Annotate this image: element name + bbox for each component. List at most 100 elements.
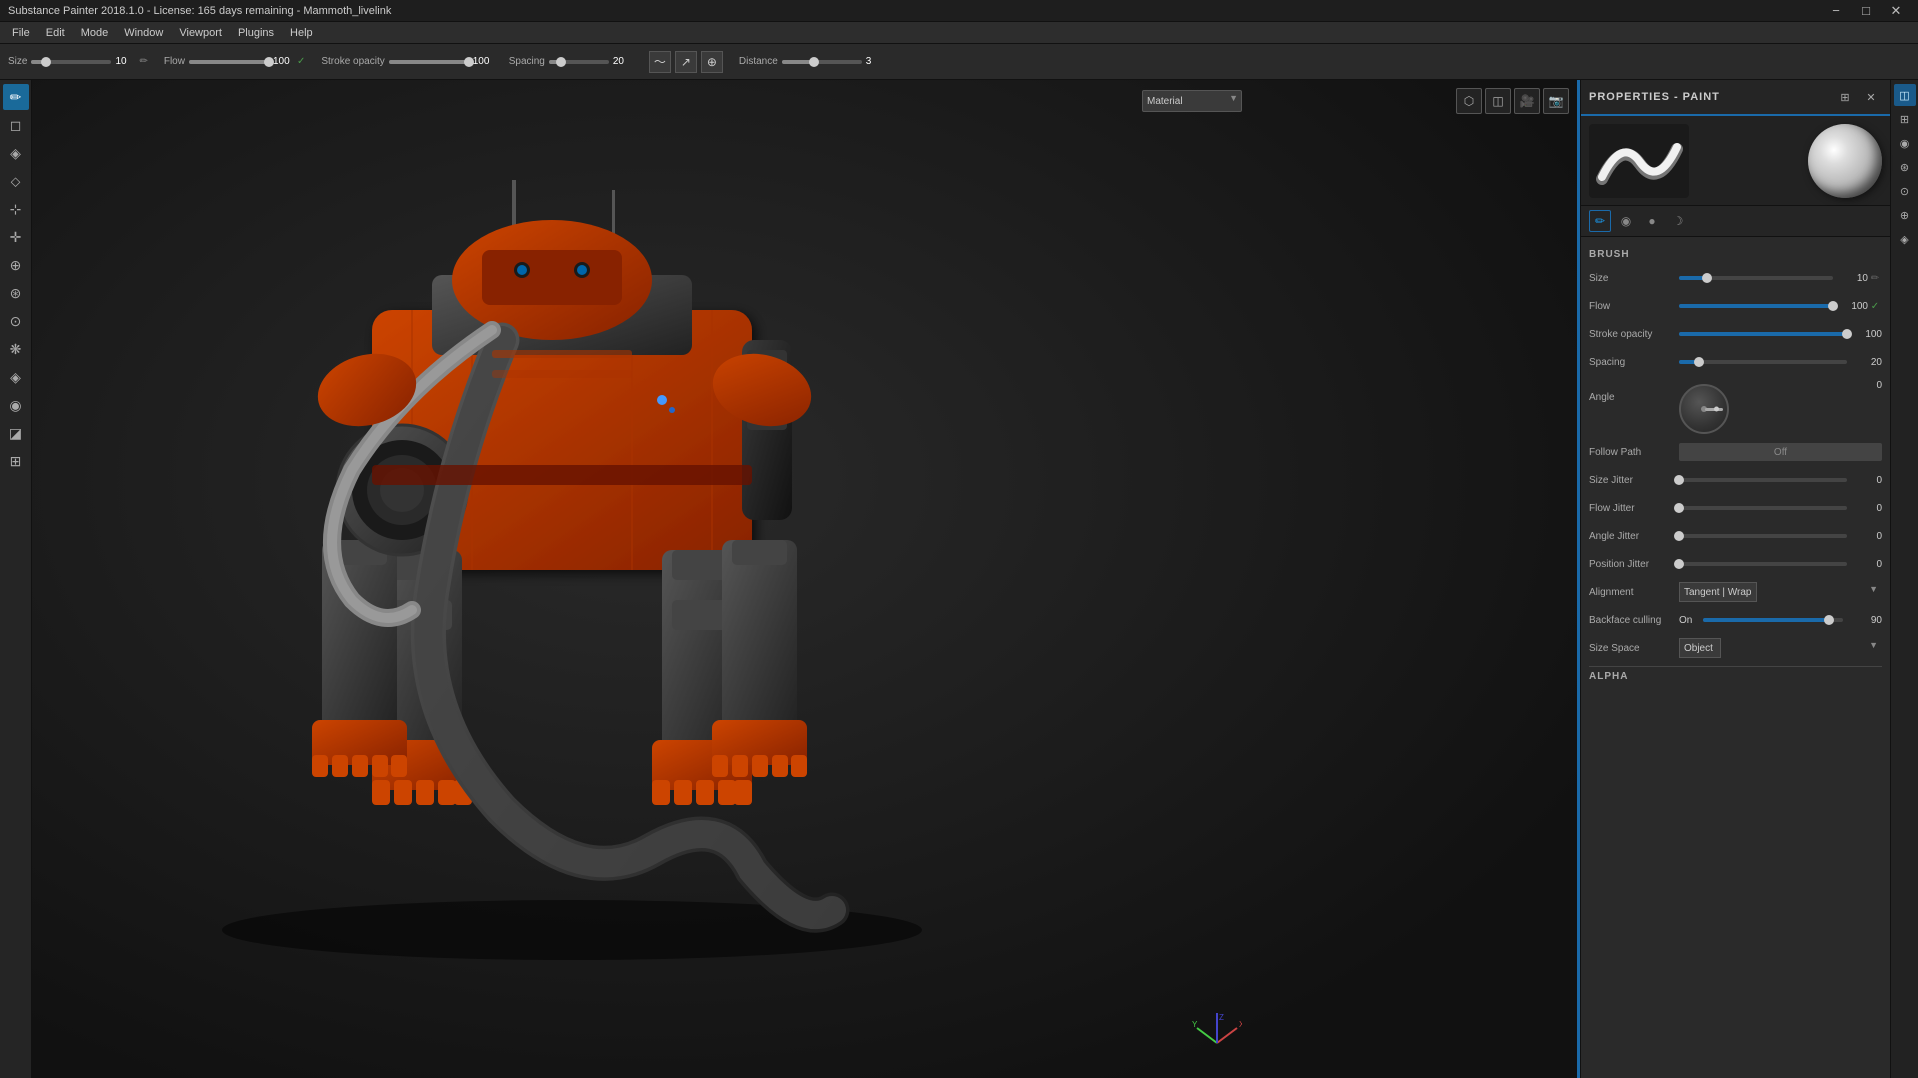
spacing-slider[interactable] — [549, 60, 609, 64]
brush-tab-stencil[interactable]: ☽ — [1667, 210, 1689, 232]
projection-tool-btn[interactable]: ◈ — [3, 140, 29, 166]
stroke-opacity-row: Stroke opacity 100 — [1589, 324, 1882, 344]
svg-text:X: X — [1239, 1020, 1242, 1029]
position-jitter-slider[interactable] — [1679, 556, 1847, 572]
size-edit-btn[interactable]: ✏ — [1868, 273, 1882, 284]
angle-jitter-slider[interactable] — [1679, 528, 1847, 544]
size-space-select[interactable]: Object Screen World — [1679, 638, 1721, 658]
select-btn[interactable]: ✛ — [3, 224, 29, 250]
anchor-btn[interactable]: ⊛ — [3, 280, 29, 306]
follow-path-row: Follow Path Off — [1589, 442, 1882, 462]
menu-help[interactable]: Help — [282, 25, 321, 41]
menu-plugins[interactable]: Plugins — [230, 25, 282, 41]
polygon-fill-btn[interactable]: ⊹ — [3, 196, 29, 222]
menu-viewport[interactable]: Viewport — [171, 25, 230, 41]
menu-edit[interactable]: Edit — [38, 25, 73, 41]
material-select[interactable]: Material Albedo Normal Roughness — [1142, 90, 1242, 112]
flow-check-btn[interactable]: ✓ — [1868, 301, 1882, 312]
flow-prop-value: 100 — [1833, 301, 1868, 312]
brush-tab-opacity[interactable]: ◉ — [1615, 210, 1637, 232]
minimize-button[interactable]: − — [1822, 1, 1850, 21]
bake-btn[interactable]: ◉ — [3, 392, 29, 418]
3d-transform-btn[interactable]: ⊙ — [3, 308, 29, 334]
size-slider[interactable] — [31, 60, 111, 64]
backface-culling-row: Backface culling On 90 — [1589, 610, 1882, 630]
flow-jitter-slider[interactable] — [1679, 500, 1847, 516]
brush-tab-shape[interactable]: ● — [1641, 210, 1663, 232]
distance-label: Distance — [739, 56, 778, 67]
backface-culling-value: 90 — [1847, 615, 1882, 626]
size-jitter-value: 0 — [1847, 475, 1882, 486]
flow-check-icon[interactable]: ✓ — [297, 56, 305, 67]
backface-culling-slider[interactable] — [1703, 612, 1843, 628]
brush-stroke-preview — [1589, 124, 1689, 198]
maximize-button[interactable]: □ — [1852, 1, 1880, 21]
render-icon-btn[interactable]: ⬡ — [1456, 88, 1482, 114]
main-layout: ✏ ◻ ◈ ⬦ ⊹ ✛ ⊕ ⊛ ⊙ ❋ ◈ ◉ ◪ ⊞ — [0, 80, 1918, 1078]
menu-window[interactable]: Window — [116, 25, 171, 41]
menu-mode[interactable]: Mode — [73, 25, 117, 41]
spacing-prop-label: Spacing — [1589, 357, 1679, 368]
brush-tab-paint[interactable]: ✏ — [1589, 210, 1611, 232]
flow-prop-slider[interactable] — [1679, 298, 1833, 314]
stroke-opacity-value: 100 — [473, 56, 493, 67]
fill-tool-btn[interactable]: ⬦ — [3, 168, 29, 194]
flow-slider[interactable] — [189, 60, 269, 64]
paint-tool-btn[interactable]: ✏ — [3, 84, 29, 110]
axis-indicator: X Y Z — [1192, 1008, 1242, 1058]
eraser-tool-btn[interactable]: ◻ — [3, 112, 29, 138]
alignment-row: Alignment Tangent | Wrap Tangent World S… — [1589, 582, 1882, 602]
viewport-icons: ⬡ ◫ 🎥 📷 — [1456, 88, 1569, 114]
follow-path-label: Follow Path — [1589, 447, 1679, 458]
angle-dial[interactable] — [1679, 384, 1729, 434]
size-edit-icon[interactable]: ✏ — [139, 56, 147, 67]
spacing-prop-value: 20 — [1847, 357, 1882, 368]
size-prop-slider[interactable] — [1679, 270, 1833, 286]
follow-path-toggle[interactable]: Off — [1679, 443, 1882, 461]
distance-group: 〜 ↗ ⊕ — [649, 51, 723, 73]
spacing-prop-slider[interactable] — [1679, 354, 1847, 370]
far-right-btn-filter[interactable]: ◈ — [1894, 228, 1916, 250]
distance-slider[interactable] — [782, 60, 862, 64]
titlebar-controls: − □ ✕ — [1822, 1, 1910, 21]
stroke-opacity-prop-slider[interactable] — [1679, 326, 1847, 342]
picker-btn[interactable]: ⊕ — [3, 252, 29, 278]
properties-close-btn[interactable]: ✕ — [1860, 86, 1882, 108]
far-right-btn-picker[interactable]: ⊕ — [1894, 204, 1916, 226]
layer-btn[interactable]: ⊞ — [3, 448, 29, 474]
material-dropdown-wrap: Material Albedo Normal Roughness ▼ — [1142, 90, 1242, 112]
particle-btn[interactable]: ◪ — [3, 420, 29, 446]
flow-jitter-label: Flow Jitter — [1589, 503, 1679, 514]
size-jitter-slider[interactable] — [1679, 472, 1847, 488]
smudge-btn[interactable]: ◈ — [3, 364, 29, 390]
menu-file[interactable]: File — [4, 25, 38, 41]
far-right-btn-history[interactable]: ⊙ — [1894, 180, 1916, 202]
far-right-btn-mesh[interactable]: ⊞ — [1894, 108, 1916, 130]
stroke-mode-btn[interactable]: ↗ — [675, 51, 697, 73]
stroke-icon-btn[interactable]: 〜 — [649, 51, 671, 73]
camera-icon-btn[interactable]: 🎥 — [1514, 88, 1540, 114]
size-jitter-label: Size Jitter — [1589, 475, 1679, 486]
flow-row: Flow 100 ✓ — [1589, 296, 1882, 316]
close-button[interactable]: ✕ — [1882, 1, 1910, 21]
screenshot-icon-btn[interactable]: 📷 — [1543, 88, 1569, 114]
far-right-btn-layers[interactable]: ◫ — [1894, 84, 1916, 106]
grid-icon-btn[interactable]: ◫ — [1485, 88, 1511, 114]
size-space-label: Size Space — [1589, 643, 1679, 654]
spacing-group: Spacing 20 — [509, 56, 633, 67]
properties-content: BRUSH Size 10 ✏ Flow — [1581, 237, 1890, 1078]
flow-jitter-value: 0 — [1847, 503, 1882, 514]
flow-jitter-row: Flow Jitter 0 — [1589, 498, 1882, 518]
properties-expand-btn[interactable]: ⊞ — [1834, 86, 1856, 108]
stroke-opacity-slider[interactable] — [389, 60, 469, 64]
angle-prop-value: 0 — [1847, 380, 1882, 391]
clone-btn[interactable]: ❋ — [3, 336, 29, 362]
far-right-btn-materials[interactable]: ◉ — [1894, 132, 1916, 154]
stroke-opacity-label: Stroke opacity — [321, 56, 384, 67]
viewport[interactable]: Material Albedo Normal Roughness ▼ ⬡ ◫ 🎥… — [32, 80, 1577, 1078]
flow-group: Flow 100 ✓ — [164, 56, 306, 67]
far-right-btn-bake[interactable]: ⊛ — [1894, 156, 1916, 178]
alignment-select[interactable]: Tangent | Wrap Tangent World Screen — [1679, 582, 1757, 602]
spacing-row: Spacing 20 — [1589, 352, 1882, 372]
stroke-path-btn[interactable]: ⊕ — [701, 51, 723, 73]
